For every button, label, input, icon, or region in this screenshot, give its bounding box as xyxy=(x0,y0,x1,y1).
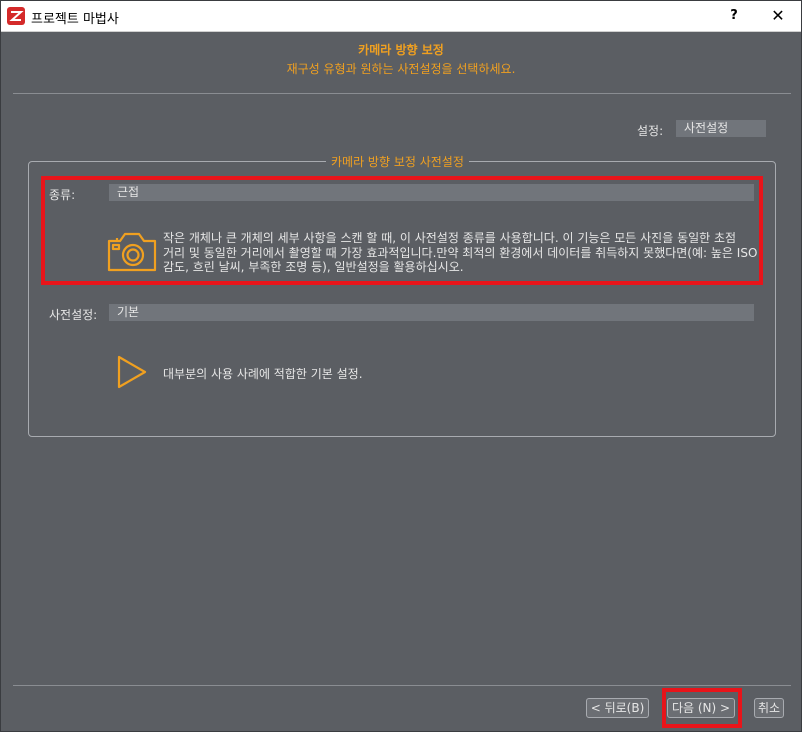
app-logo-icon xyxy=(7,7,25,25)
help-button[interactable]: ? xyxy=(711,1,757,31)
back-button[interactable]: < 뒤로(B) xyxy=(586,698,649,718)
title-bar: 프로젝트 마법사 ? ✕ xyxy=(1,1,801,32)
preset-dropdown[interactable]: 기본 xyxy=(109,304,754,321)
preset-description: 대부분의 사용 사례에 적합한 기본 설정. xyxy=(163,367,363,381)
type-highlight-box xyxy=(41,176,763,285)
next-highlight-box xyxy=(662,688,742,728)
play-icon xyxy=(117,355,147,389)
window-title: 프로젝트 마법사 xyxy=(31,12,119,27)
footer-divider xyxy=(13,685,791,686)
settings-dropdown[interactable]: 사전설정 xyxy=(676,120,766,137)
preset-group-legend: 카메라 방향 보정 사전설정 xyxy=(326,153,469,170)
close-button[interactable]: ✕ xyxy=(755,1,801,31)
page-title: 카메라 방향 보정 xyxy=(358,43,444,57)
preset-label: 사전설정: xyxy=(49,308,98,322)
cancel-button[interactable]: 취소 xyxy=(754,698,784,718)
project-wizard-window: 프로젝트 마법사 ? ✕ 카메라 방향 보정 재구성 유형과 원하는 사전설정을… xyxy=(0,0,802,732)
settings-label: 설정: xyxy=(637,124,664,138)
header-divider xyxy=(13,93,791,94)
page-subtitle: 재구성 유형과 원하는 사전설정을 선택하세요. xyxy=(286,62,516,76)
